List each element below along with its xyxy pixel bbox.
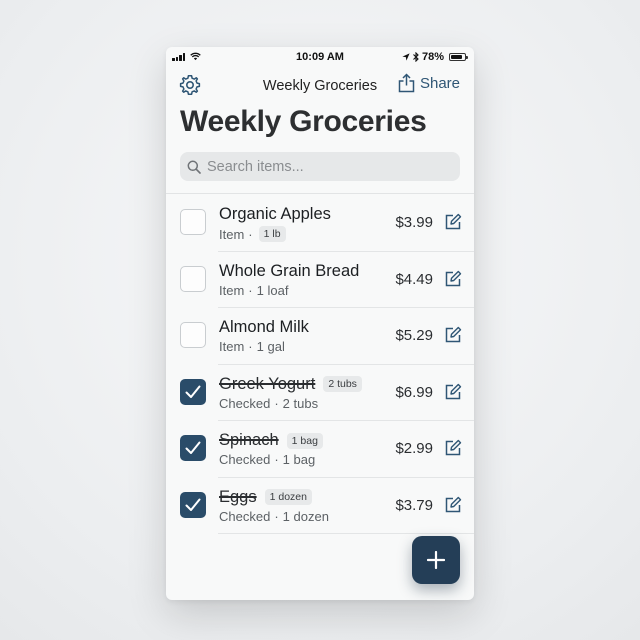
- item-quantity: 1 gal: [256, 339, 285, 354]
- item-quantity: 1 dozen: [282, 508, 329, 524]
- checkmark-icon: [185, 498, 201, 511]
- item-subtitle: Item · 1 lb: [219, 226, 286, 242]
- quantity-chip: 1 lb: [258, 226, 286, 242]
- battery-icon: [449, 53, 468, 61]
- edit-icon[interactable]: [444, 383, 462, 401]
- item-name-line: Organic Apples: [219, 205, 331, 224]
- item-quantity: 2 tubs: [282, 395, 319, 411]
- item-subtitle: Checked · 1 bag: [219, 452, 315, 467]
- item-subtitle: Item · 1 gal: [219, 339, 285, 354]
- item-name-line: Almond Milk: [219, 318, 309, 337]
- share-icon: [398, 73, 415, 93]
- status-right: 78%: [402, 51, 468, 63]
- item-price: $4.49: [395, 270, 433, 288]
- edit-icon[interactable]: [444, 496, 462, 514]
- item-price: $5.29: [395, 327, 433, 344]
- share-label: Share: [419, 74, 460, 92]
- item-name: Eggs: [219, 487, 257, 506]
- row-separator: [218, 533, 474, 534]
- edit-icon[interactable]: [444, 439, 462, 457]
- item-status: Checked: [219, 452, 271, 467]
- gear-icon[interactable]: [178, 73, 202, 97]
- bluetooth-icon: [413, 52, 419, 62]
- item-subtitle: Checked · 1 dozen: [219, 509, 329, 524]
- list-item[interactable]: Greek Yogurt 2 tubs Checked · 2 tubs $6.…: [166, 365, 474, 421]
- item-name: Greek Yogurt: [219, 374, 316, 393]
- item-checkbox-checked[interactable]: [180, 435, 206, 461]
- item-price: $2.99: [395, 440, 433, 457]
- list-item[interactable]: Almond Milk Item · 1 gal $5.29: [166, 308, 474, 365]
- edit-icon[interactable]: [444, 326, 462, 344]
- list-item[interactable]: Organic Apples Item · 1 lb $3.99: [166, 195, 474, 252]
- item-name: Almond Milk: [219, 318, 309, 336]
- grocery-list: Organic Apples Item · 1 lb $3.99 Whole G…: [166, 195, 474, 534]
- item-status: Checked: [219, 395, 271, 411]
- edit-icon[interactable]: [444, 270, 462, 288]
- item-checkbox[interactable]: [180, 209, 206, 235]
- search-icon: [187, 160, 201, 174]
- item-name-line: Spinach 1 bag: [219, 431, 323, 450]
- item-subtitle: Item · 1 loaf: [219, 283, 288, 298]
- item-name: Spinach: [219, 431, 279, 449]
- add-item-button[interactable]: [412, 536, 460, 584]
- item-price: $3.79: [395, 496, 433, 514]
- dot-separator: ·: [248, 226, 253, 242]
- item-checkbox-checked[interactable]: [180, 378, 206, 405]
- search-input[interactable]: [207, 158, 447, 175]
- item-quantity: 1 loaf: [256, 282, 289, 298]
- dot-separator: ·: [274, 508, 279, 524]
- item-name: Organic Apples: [219, 205, 331, 223]
- quantity-chip: 1 bag: [286, 432, 323, 449]
- edit-icon[interactable]: [444, 213, 462, 231]
- location-arrow-icon: [402, 53, 410, 61]
- item-checkbox-checked[interactable]: [180, 491, 206, 518]
- item-status: Item: [219, 339, 245, 354]
- item-quantity: 1 bag: [282, 452, 316, 467]
- item-name-line: Eggs 1 dozen: [219, 488, 312, 507]
- item-name: Whole Grain Bread: [219, 261, 360, 280]
- search-bar[interactable]: [180, 152, 460, 181]
- dot-separator: ·: [274, 395, 279, 411]
- plus-icon: [427, 551, 445, 569]
- list-item[interactable]: Spinach 1 bag Checked · 1 bag $2.99: [166, 421, 474, 478]
- item-price: $3.99: [395, 214, 433, 231]
- dot-separator: ·: [248, 339, 253, 354]
- item-status: Item: [219, 282, 245, 298]
- checkmark-icon: [185, 385, 201, 398]
- page-title: Weekly Groceries: [180, 105, 427, 138]
- status-bar: 10:09 AM 78%: [166, 47, 474, 67]
- dot-separator: ·: [248, 282, 253, 298]
- quantity-chip: 1 dozen: [264, 489, 312, 505]
- item-price: $6.99: [395, 383, 433, 401]
- battery-percent: 78%: [421, 51, 444, 63]
- nav-bar: Weekly Groceries Share: [166, 67, 474, 103]
- item-status: Item: [219, 226, 245, 242]
- item-checkbox[interactable]: [180, 322, 206, 348]
- list-item[interactable]: Whole Grain Bread Item · 1 loaf $4.49: [166, 252, 474, 308]
- item-name-line: Greek Yogurt 2 tubs: [219, 375, 362, 394]
- item-subtitle: Checked · 2 tubs: [219, 396, 318, 411]
- checkmark-icon: [185, 441, 201, 454]
- item-name-line: Whole Grain Bread: [219, 262, 359, 281]
- item-checkbox[interactable]: [180, 265, 206, 292]
- divider: [166, 193, 474, 194]
- quantity-chip: 2 tubs: [323, 376, 362, 392]
- phone-screen: 10:09 AM 78% Weekly Groceries Share Week…: [166, 47, 474, 600]
- share-button[interactable]: Share: [398, 73, 460, 93]
- list-item[interactable]: Eggs 1 dozen Checked · 1 dozen $3.79: [166, 478, 474, 534]
- item-status: Checked: [219, 508, 271, 524]
- dot-separator: ·: [274, 452, 279, 467]
